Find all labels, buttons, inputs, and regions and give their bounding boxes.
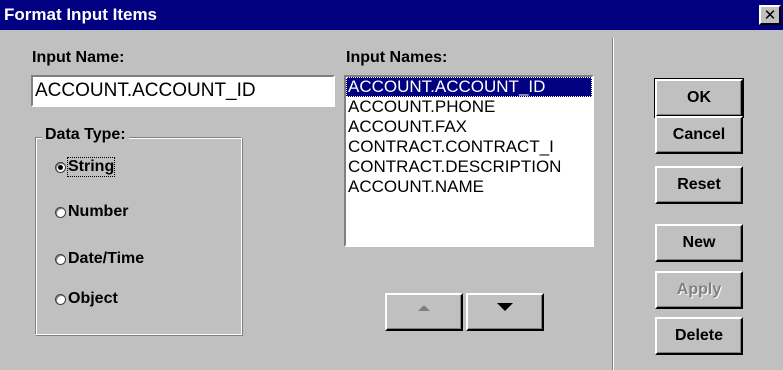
radio-object[interactable]: Object: [55, 290, 118, 308]
apply-label: Apply: [676, 281, 722, 298]
close-icon: ✕: [763, 6, 777, 24]
radio-string[interactable]: String: [55, 157, 116, 177]
radio-number[interactable]: Number: [55, 203, 128, 221]
list-item[interactable]: ACCOUNT.NAME: [346, 177, 592, 197]
data-type-label: Data Type:: [42, 126, 129, 144]
triangle-down-icon: [497, 303, 513, 311]
move-down-button[interactable]: [466, 293, 544, 331]
reset-label: Reset: [677, 176, 721, 193]
radio-date-time[interactable]: Date/Time: [55, 250, 144, 268]
cancel-label: Cancel: [672, 126, 726, 143]
close-button[interactable]: ✕: [759, 5, 781, 25]
new-button[interactable]: New: [655, 224, 743, 262]
radio-object-label: Object: [68, 290, 118, 307]
list-item[interactable]: ACCOUNT.PHONE: [346, 97, 592, 117]
input-name-value: ACCOUNT.ACCOUNT_ID: [35, 80, 256, 101]
radio-unselected-icon: [55, 293, 66, 305]
ok-button[interactable]: OK: [654, 78, 744, 118]
delete-button[interactable]: Delete: [655, 317, 743, 355]
format-input-items-dialog: Format Input Items ✕ Input Name: ACCOUNT…: [0, 0, 783, 370]
list-item[interactable]: CONTRACT.DESCRIPTION: [346, 157, 592, 177]
radio-selected-icon: [55, 161, 66, 173]
input-name-label: Input Name:: [32, 49, 124, 67]
list-item[interactable]: ACCOUNT.FAX: [346, 117, 592, 137]
triangle-up-icon: [418, 305, 430, 311]
input-names-label-text: Input Names:: [346, 49, 448, 66]
input-name-label-text: Input Name:: [32, 49, 125, 66]
new-label: New: [682, 234, 716, 251]
radio-number-label: Number: [68, 203, 129, 220]
apply-button[interactable]: Apply: [655, 271, 743, 309]
input-names-listbox[interactable]: ACCOUNT.ACCOUNT_ID ACCOUNT.PHONE ACCOUNT…: [344, 75, 594, 247]
radio-string-label: String: [66, 157, 116, 177]
list-item[interactable]: CONTRACT.CONTRACT_I: [346, 137, 592, 157]
list-item[interactable]: ACCOUNT.ACCOUNT_ID: [346, 77, 592, 97]
title-bar[interactable]: Format Input Items ✕: [0, 0, 783, 30]
vertical-divider: [612, 38, 614, 370]
move-up-button[interactable]: [385, 293, 463, 331]
input-names-label: Input Names:: [346, 49, 447, 67]
input-name-field[interactable]: ACCOUNT.ACCOUNT_ID: [31, 75, 335, 107]
radio-date-time-label: Date/Time: [68, 250, 145, 267]
dialog-title: Format Input Items: [4, 5, 158, 24]
cancel-button[interactable]: Cancel: [655, 116, 743, 154]
radio-unselected-icon: [55, 206, 66, 218]
radio-unselected-icon: [55, 253, 66, 265]
reset-button[interactable]: Reset: [655, 166, 743, 204]
delete-label: Delete: [674, 327, 724, 344]
ok-label: OK: [687, 89, 711, 106]
